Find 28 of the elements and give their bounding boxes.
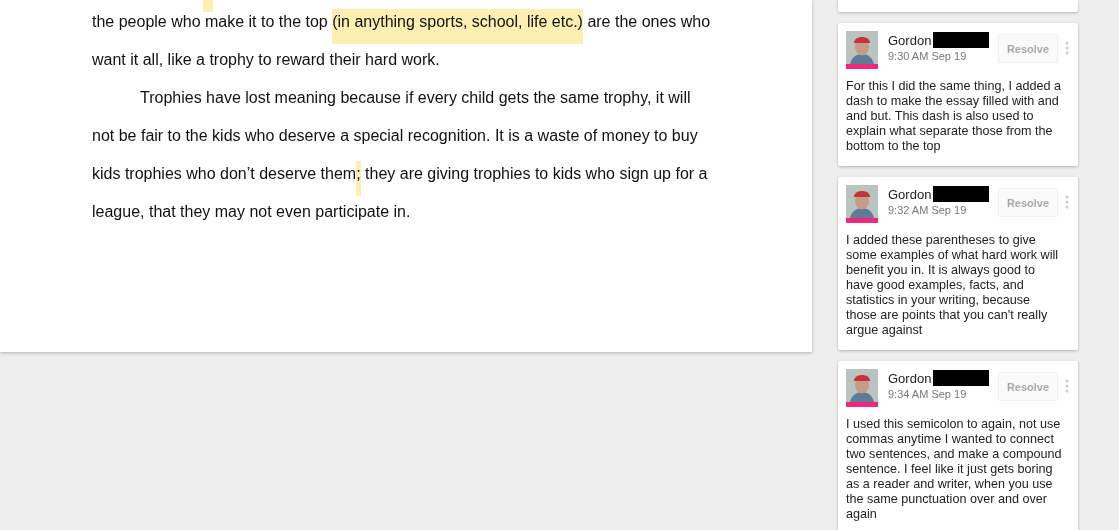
document-text-line: not be fair to the kids who deserve a special recognition. It is a waste of money to buy — [92, 126, 699, 146]
more-options-icon[interactable] — [1064, 195, 1070, 209]
comment-time: 9:34 AM Sep 19 — [888, 388, 968, 400]
avatar — [846, 31, 878, 64]
author-name: Gordon — [888, 186, 932, 202]
comment-time: 9:32 AM Sep 19 — [888, 204, 968, 216]
redaction-bar — [933, 370, 990, 386]
comment-time: 9:30 AM Sep 19 — [888, 50, 968, 62]
comment-highlight-mark — [203, 0, 213, 12]
comment-text: For this I did the same thing, I added a dash to make the essay filled with and and but. This dash is also used to explain what separate those from the bottom to the top — [846, 78, 1062, 154]
document-text-line: kids trophies who don’t deserve them; they are giving trophies to kids who sign up for a — [92, 155, 812, 193]
redaction-bar — [933, 32, 990, 48]
comment-text: I added these parentheses to give some examples of what hard work will benefit you in. It is always good to have good examples, facts, and statistics in your writing, because those are points that you can't really argue against — [846, 232, 1060, 338]
comment-text: I used this semicolon to again, not use commas anytime I wanted to connect two sentences, and make a compound sentence. I feel like it just gets boring as a reader and writer, when you use the same punctuation over and over again — [846, 416, 1063, 522]
document-text-line: Trophies have lost meaning because if every child gets the same trophy, it will — [139, 88, 692, 108]
document-text-line: league, that they may not even participate in. — [92, 202, 412, 222]
more-options-icon[interactable] — [1064, 41, 1070, 55]
author-name: Gordon — [888, 370, 932, 386]
author-name: Gordon — [888, 32, 932, 48]
avatar — [846, 369, 878, 402]
resolve-button[interactable]: Resolve — [998, 34, 1058, 63]
document-text-line: the people who make it to the top (in anything sports, school, life etc.) are the ones who — [92, 3, 812, 41]
document-text-line: want it all, like a trophy to reward their hard work. — [92, 50, 441, 70]
redaction-bar — [933, 186, 990, 202]
resolve-button[interactable]: Resolve — [998, 188, 1058, 217]
avatar — [846, 185, 878, 218]
resolve-button[interactable]: Resolve — [998, 372, 1058, 401]
more-options-icon[interactable] — [1064, 379, 1070, 393]
